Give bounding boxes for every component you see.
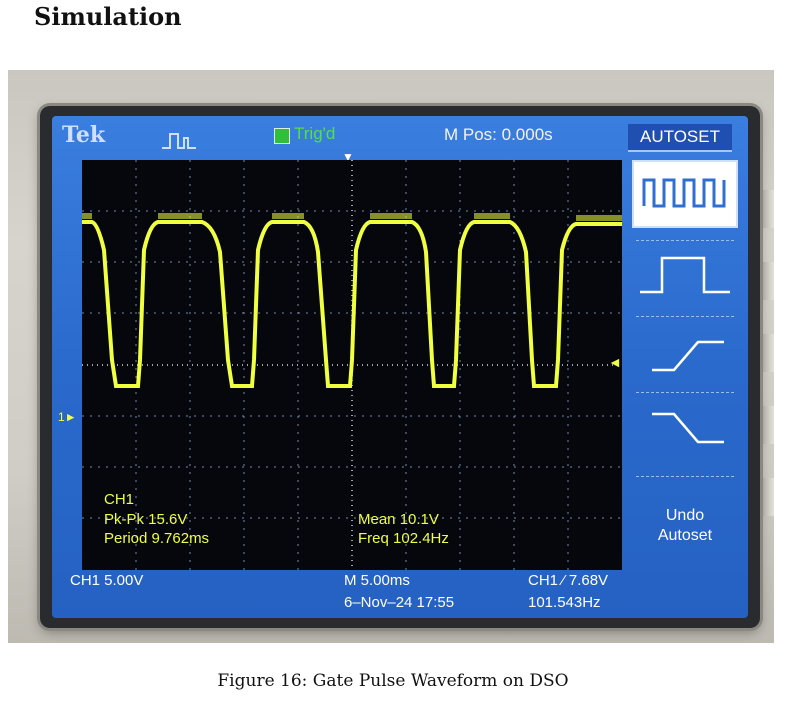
measurement-ch-label: CH1 bbox=[104, 491, 135, 508]
menu-multi-cycle-option[interactable] bbox=[632, 160, 738, 228]
scope-top-bar: Tek Trig'd M Pos: 0.000s AUTOSET bbox=[52, 116, 748, 158]
undo-autoset-button[interactable]: Undo Autoset bbox=[632, 506, 738, 546]
gate-pulse-trace bbox=[82, 220, 622, 388]
measurement-pk-pk: Pk-Pk 15.6V bbox=[104, 511, 188, 528]
oscilloscope-bezel: Tek Trig'd M Pos: 0.000s AUTOSET ▼ CH1 P… bbox=[40, 106, 760, 628]
measurement-freq: Freq 102.4Hz bbox=[358, 530, 449, 547]
menu-falling-edge-option[interactable] bbox=[632, 396, 738, 464]
brand-logo: Tek bbox=[62, 122, 106, 148]
rising-edge-icon bbox=[652, 340, 724, 372]
trigger-setting: CH1 ⁄ 7.68V bbox=[528, 572, 609, 589]
single-cycle-square-wave-icon bbox=[640, 256, 730, 294]
graticule-grid bbox=[82, 160, 622, 570]
menu-rising-edge-option[interactable] bbox=[632, 320, 738, 388]
trigger-level-arrow-icon: ◄ bbox=[608, 354, 622, 370]
acquire-waveform-icon bbox=[162, 133, 196, 149]
waveform-graticule: CH1 Pk-Pk 15.6V Period 9.762ms Mean 10.1… bbox=[82, 160, 622, 570]
horizontal-position: M Pos: 0.000s bbox=[444, 125, 553, 144]
date-time: 6–Nov–24 17:55 bbox=[344, 594, 455, 611]
falling-edge-icon bbox=[652, 412, 724, 444]
ch1-scale: CH1 5.00V bbox=[70, 572, 144, 589]
trigger-frequency: 101.543Hz bbox=[528, 594, 601, 611]
autoset-button[interactable]: AUTOSET bbox=[628, 124, 732, 152]
scope-screen: Tek Trig'd M Pos: 0.000s AUTOSET ▼ CH1 P… bbox=[52, 116, 748, 618]
oscilloscope-photo: Tek Trig'd M Pos: 0.000s AUTOSET ▼ CH1 P… bbox=[8, 70, 774, 643]
autoset-menu: Undo Autoset bbox=[632, 160, 738, 570]
ch1-ground-marker: 1► bbox=[58, 410, 77, 424]
multi-cycle-square-wave-icon bbox=[642, 178, 726, 208]
measurement-mean: Mean 10.1V bbox=[358, 511, 439, 528]
trigger-status: Trig'd bbox=[294, 124, 336, 143]
trigger-indicator-icon bbox=[274, 128, 290, 144]
section-title: Simulation bbox=[34, 2, 182, 31]
measurement-period: Period 9.762ms bbox=[104, 530, 210, 547]
figure-caption: Figure 16: Gate Pulse Waveform on DSO bbox=[217, 671, 569, 691]
menu-single-cycle-option[interactable] bbox=[632, 244, 738, 312]
timebase: M 5.00ms bbox=[344, 572, 410, 589]
